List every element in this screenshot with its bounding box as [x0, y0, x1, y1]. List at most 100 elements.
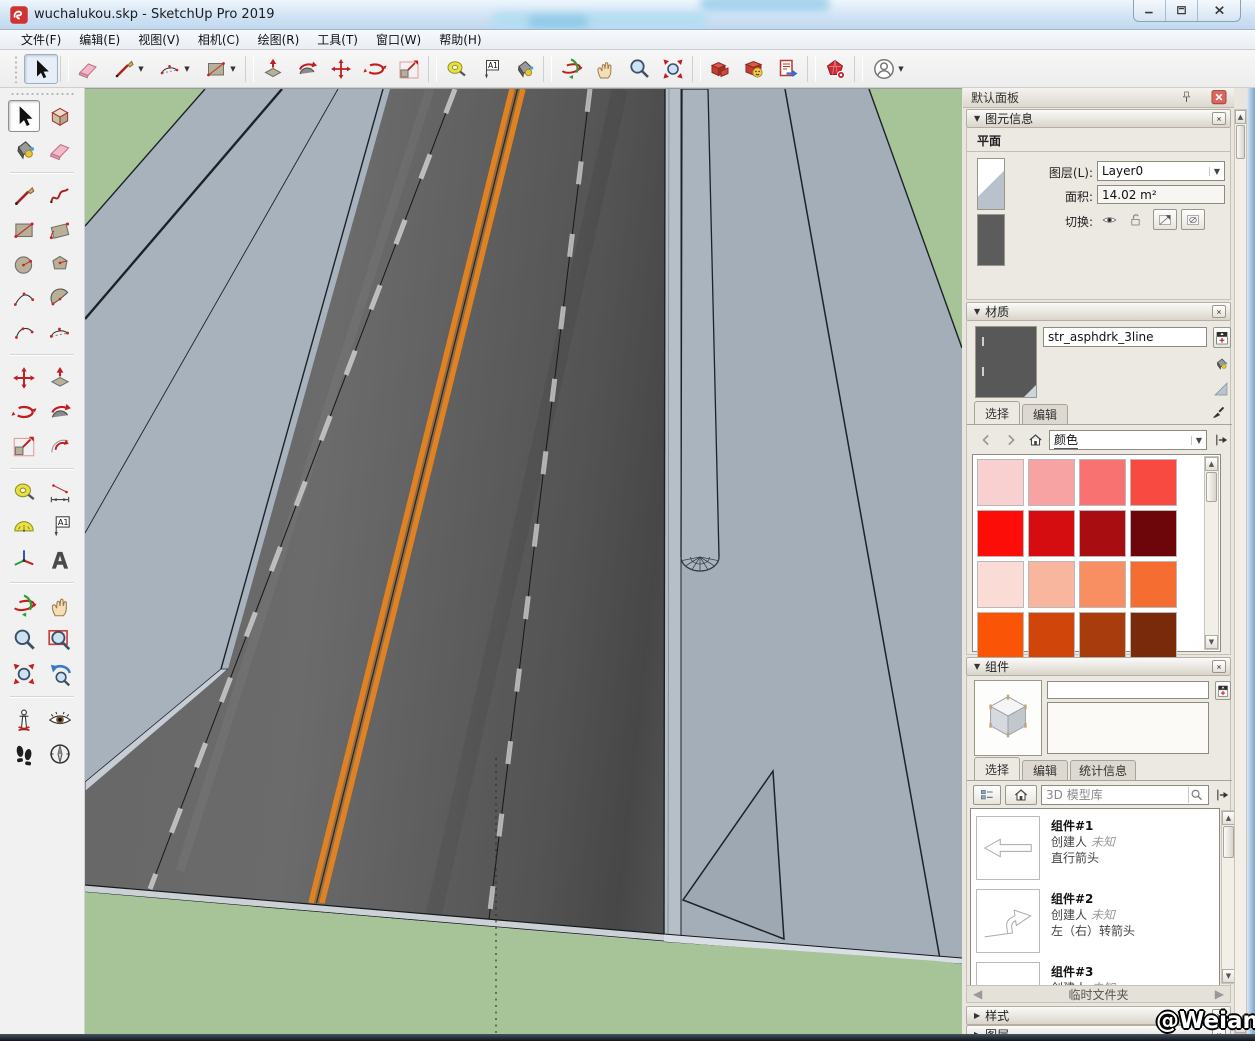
in-model-components-button[interactable] [1005, 785, 1037, 805]
orbit-tool-button[interactable] [554, 54, 588, 84]
pan-tool-button[interactable] [588, 54, 622, 84]
hidden-toggle-eye-icon[interactable] [1099, 211, 1119, 229]
previous-view-tool-button[interactable] [44, 658, 76, 690]
section-components-header[interactable]: ▼ 组件 [966, 657, 1231, 676]
paint-bucket-tool-left-button[interactable] [8, 134, 40, 166]
details-arrow-button[interactable] [1211, 431, 1231, 449]
scroll-up-button[interactable]: ▲ [1235, 110, 1246, 124]
toolbar-grip[interactable] [10, 92, 74, 96]
chevron-down-icon[interactable]: ▼ [230, 65, 235, 73]
material-preview-thumb[interactable] [977, 214, 1005, 266]
eraser-tool-button[interactable] [71, 54, 105, 84]
eraser-tool-left-button[interactable] [44, 134, 76, 166]
color-swatch-4[interactable] [977, 510, 1024, 557]
select-tool-button[interactable] [24, 54, 58, 84]
details-arrow-button[interactable] [1212, 786, 1232, 804]
rectangle-tool-button[interactable]: ▼ [197, 54, 243, 84]
rotate-tool-button[interactable] [358, 54, 392, 84]
arc-tool-button[interactable]: ▼ [151, 54, 197, 84]
zoom-tool-button[interactable] [622, 54, 656, 84]
move-tool-left-button[interactable] [8, 362, 40, 394]
color-swatch-0[interactable] [977, 459, 1024, 506]
viewport-3d[interactable] [85, 88, 962, 1041]
two-point-arc-tool-button[interactable] [44, 316, 76, 348]
search-icon[interactable] [1188, 787, 1204, 803]
polygon-tool-button[interactable] [44, 248, 76, 280]
rectangle-tool-left-button[interactable] [8, 214, 40, 246]
chevron-down-icon[interactable]: ▼ [898, 65, 903, 73]
tab-components-edit[interactable]: 编辑 [1022, 760, 1068, 780]
minimize-button[interactable] [1134, 0, 1166, 21]
tab-components-select[interactable]: 选择 [974, 757, 1020, 780]
component-list-item-2[interactable]: 组件#2创建人 未知左（右）转箭头 [971, 887, 1219, 957]
section-close-button[interactable] [1212, 305, 1226, 318]
menu-item-7[interactable]: 帮助(H) [430, 29, 490, 50]
freehand-tool-button[interactable] [44, 180, 76, 212]
color-swatch-14[interactable] [1079, 612, 1126, 659]
menu-item-3[interactable]: 相机(C) [189, 29, 249, 50]
component-name-field[interactable] [1047, 681, 1209, 699]
chevron-down-icon[interactable]: ▼ [1209, 167, 1220, 176]
maximize-button[interactable] [1166, 0, 1198, 21]
pin-icon[interactable] [1179, 90, 1194, 105]
scroll-thumb[interactable] [1206, 472, 1217, 502]
menu-item-5[interactable]: 工具(T) [308, 29, 367, 50]
swatch-scrollbar[interactable]: ▲ ▼ [1204, 456, 1219, 650]
three-point-arc-tool-button[interactable] [8, 316, 40, 348]
color-swatch-7[interactable] [1130, 510, 1177, 557]
zoom-tool-left-button[interactable] [8, 624, 40, 656]
area-value-field[interactable]: 14.02 m² [1097, 185, 1225, 204]
prev-folder-button[interactable]: ◀ [973, 987, 982, 1001]
set-default-material-button[interactable] [1210, 379, 1232, 399]
color-swatch-6[interactable] [1079, 510, 1126, 557]
scroll-up-button[interactable]: ▲ [1205, 457, 1218, 471]
color-swatch-11[interactable] [1130, 561, 1177, 608]
scale-tool-button[interactable] [392, 54, 426, 84]
color-swatch-2[interactable] [1079, 459, 1126, 506]
color-swatch-10[interactable] [1079, 561, 1126, 608]
circle-tool-button[interactable] [8, 248, 40, 280]
next-folder-button[interactable]: ▶ [1215, 987, 1224, 1001]
display-pane-button[interactable] [1210, 353, 1232, 375]
component-preview[interactable] [974, 680, 1042, 756]
tray-scrollbar[interactable]: ▲ ▼ [1234, 109, 1247, 1034]
menu-item-4[interactable]: 绘图(R) [249, 29, 309, 50]
in-model-home-button[interactable] [1025, 431, 1045, 449]
scroll-thumb[interactable] [1236, 125, 1245, 159]
add-component-button[interactable] [1215, 681, 1231, 700]
sample-paint-icon[interactable] [1208, 403, 1228, 421]
component-desc-field[interactable] [1047, 702, 1209, 754]
color-swatch-15[interactable] [1130, 612, 1177, 659]
rotated-rectangle-tool-button[interactable] [44, 214, 76, 246]
layer-dropdown[interactable]: Layer0 ▼ [1097, 161, 1225, 181]
component-list-item-1[interactable]: 组件#1创建人 未知直行箭头 [971, 814, 1219, 884]
section-materials-header[interactable]: ▼ 材质 [966, 302, 1231, 321]
chevron-down-icon[interactable]: ▼ [138, 65, 143, 73]
section-entity-info-header[interactable]: ▼ 图元信息 [966, 109, 1231, 128]
color-swatch-9[interactable] [1028, 561, 1075, 608]
component-thumbnail[interactable] [976, 889, 1040, 953]
position-camera-tool-button[interactable] [8, 704, 40, 736]
material-name-field[interactable]: str_asphdrk_3line [1043, 327, 1207, 347]
line-tool-left-button[interactable] [8, 180, 40, 212]
zoom-extents-tool-button[interactable] [656, 54, 690, 84]
back-button[interactable] [976, 431, 996, 449]
tab-materials-select[interactable]: 选择 [974, 401, 1020, 424]
cast-shadows-toggle[interactable] [1153, 209, 1177, 230]
account-button[interactable]: ▼ [865, 54, 911, 84]
collection-dropdown[interactable]: 颜色 ▼ [1049, 430, 1207, 450]
offset-tool-button[interactable] [44, 430, 76, 462]
section-close-button[interactable] [1212, 660, 1226, 673]
curb-strip[interactable] [664, 89, 681, 938]
extension-manager-button[interactable] [818, 54, 852, 84]
material-large-preview[interactable] [975, 326, 1037, 398]
share-model-button[interactable] [737, 54, 771, 84]
move-tool-button[interactable] [324, 54, 358, 84]
tab-materials-edit[interactable]: 编辑 [1022, 404, 1068, 424]
component-search-field[interactable] [1041, 785, 1209, 805]
menu-item-6[interactable]: 窗口(W) [367, 29, 430, 50]
orbit-tool-left-button[interactable] [8, 590, 40, 622]
push-pull-tool-button[interactable] [256, 54, 290, 84]
close-button[interactable] [1198, 0, 1240, 21]
scroll-down-button[interactable]: ▼ [1205, 635, 1218, 649]
